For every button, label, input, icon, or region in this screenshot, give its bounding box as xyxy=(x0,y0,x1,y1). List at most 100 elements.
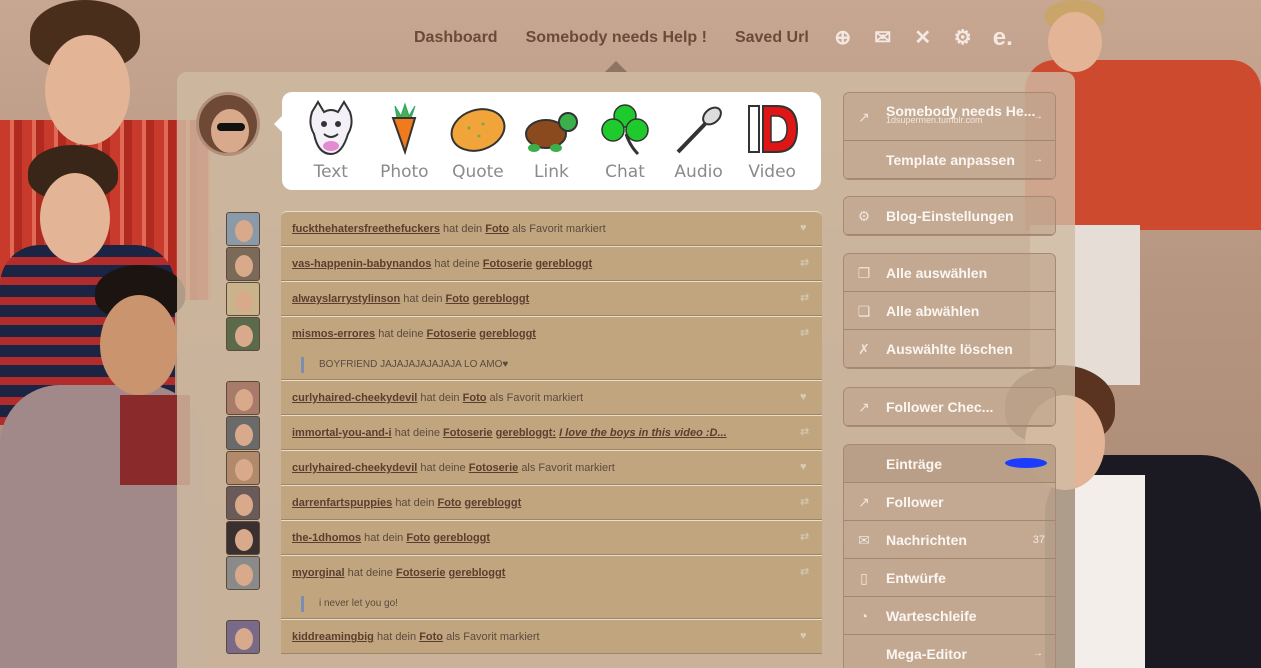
deselect-all-icon: ❏ xyxy=(857,302,871,319)
sidebar-item-mass-editor[interactable]: Mega-Editor → xyxy=(844,635,1055,668)
sidebar-item-delete-selected[interactable]: ✗ Auswählte löschen xyxy=(844,330,1055,368)
notification-post-link[interactable]: gerebloggt: xyxy=(496,427,557,439)
notification-post-link[interactable]: gerebloggt xyxy=(464,497,521,509)
notification-post-link[interactable]: gerebloggt xyxy=(433,532,490,544)
notification-username-link[interactable]: mismos-errores xyxy=(292,328,375,340)
blank-icon xyxy=(856,152,872,168)
nav-saved-url-link[interactable]: Saved Url xyxy=(735,29,809,47)
notification-username-link[interactable]: immortal-you-and-i xyxy=(292,427,392,439)
clover-icon xyxy=(596,100,654,158)
notification-username-link[interactable]: vas-happenin-babynandos xyxy=(292,258,431,270)
notification-post-link[interactable]: gerebloggt xyxy=(449,567,506,579)
notification-avatar[interactable] xyxy=(226,416,260,450)
reblog-icon: ⇄ xyxy=(800,566,810,578)
notification-post-link[interactable]: Fotoserie xyxy=(396,567,446,579)
notification-item: mismos-errores hat deine Fotoserie gereb… xyxy=(226,316,822,380)
notification-avatar[interactable] xyxy=(226,556,260,590)
sidebar-item-label: Entwürfe xyxy=(886,569,946,586)
post-type-audio[interactable]: Audio xyxy=(666,100,732,182)
notification-username-link[interactable]: curlyhaired-cheekydevil xyxy=(292,392,417,404)
notification-username-link[interactable]: curlyhaired-cheekydevil xyxy=(292,462,417,474)
notification-verb: hat dein xyxy=(443,223,483,235)
notification-username-link[interactable]: kiddreamingbig xyxy=(292,631,374,643)
notification-text: vas-happenin-babynandos hat deine Fotose… xyxy=(292,258,592,270)
sidebar-item-posts[interactable]: Einträge xyxy=(844,445,1055,483)
sidebar-item-deselect-all[interactable]: ❏ Alle abwählen xyxy=(844,292,1055,330)
notification-avatar[interactable] xyxy=(226,486,260,520)
notification-item: the-1dhomos hat dein Foto gerebloggt ⇄ xyxy=(226,520,822,555)
nav-dashboard-link[interactable]: Dashboard xyxy=(414,29,498,47)
notification-post-link[interactable]: gerebloggt xyxy=(479,328,536,340)
post-type-quote[interactable]: Quote xyxy=(445,100,511,182)
clock-icon: ◔ xyxy=(859,607,869,624)
notification-avatar[interactable] xyxy=(226,282,260,316)
notification-avatar[interactable] xyxy=(226,317,260,351)
potato-icon xyxy=(449,100,507,158)
notification-post-link[interactable]: Foto xyxy=(419,631,443,643)
sidebar-menu: ↗ Somebody needs He... 1dsupermen.tumblr… xyxy=(843,92,1056,180)
notification-avatar[interactable] xyxy=(226,212,260,246)
notification-post-link[interactable]: Fotoserie xyxy=(469,462,519,474)
notification-username-link[interactable]: fuckthehatersfreethefuckers xyxy=(292,223,440,235)
notification-avatar[interactable] xyxy=(226,451,260,485)
notification-post-link[interactable]: Fotoserie xyxy=(443,427,493,439)
external-link-icon: ↗ xyxy=(858,108,870,125)
notification-verb: hat dein xyxy=(403,293,443,305)
blank-icon xyxy=(856,646,872,662)
sidebar-item-select-all[interactable]: ❐ Alle auswählen xyxy=(844,254,1055,292)
cat-icon xyxy=(302,100,360,158)
chevron-icon: → xyxy=(1033,154,1043,165)
heart-icon: ♥ xyxy=(800,391,807,403)
notification-post-link[interactable]: Fotoserie xyxy=(427,328,477,340)
sidebar-item-label: Alle auswählen xyxy=(886,264,988,281)
post-type-chat[interactable]: Chat xyxy=(592,100,658,182)
notification-post-link[interactable]: Foto xyxy=(406,532,430,544)
sidebar-item-messages[interactable]: ✉ Nachrichten 37 xyxy=(844,521,1055,559)
notification-post-link[interactable]: Foto xyxy=(485,223,509,235)
notification-post-link[interactable]: Foto xyxy=(446,293,470,305)
notification-post-link[interactable]: Fotoserie xyxy=(483,258,533,270)
notification-username-link[interactable]: myorginal xyxy=(292,567,345,579)
sidebar-menu-settings: ⚙ Blog-Einstellungen xyxy=(843,196,1056,236)
notification-username-link[interactable]: darrenfartspuppies xyxy=(292,497,392,509)
xkit-icon[interactable]: ✕ xyxy=(911,26,935,50)
notification-reply-text: i never let you go! xyxy=(301,596,398,612)
notification-verb: hat deine xyxy=(378,328,424,340)
sidebar-item-drafts[interactable]: ▯ Entwürfe xyxy=(844,559,1055,597)
notification-text: kiddreamingbig hat dein Foto als Favorit… xyxy=(292,631,540,643)
notification-quote[interactable]: I love the boys in this video :D... xyxy=(559,427,726,439)
sidebar-item-followers[interactable]: ↗ Follower xyxy=(844,483,1055,521)
notification-username-link[interactable]: the-1dhomos xyxy=(292,532,361,544)
notification-avatar[interactable] xyxy=(226,381,260,415)
user-avatar[interactable] xyxy=(196,92,260,156)
post-type-photo[interactable]: Photo xyxy=(371,100,437,182)
reblog-icon: ⇄ xyxy=(800,496,810,508)
sidebar-item-blog-settings[interactable]: ⚙ Blog-Einstellungen xyxy=(844,197,1055,235)
notification-username-link[interactable]: alwayslarrystylinson xyxy=(292,293,400,305)
post-type-link[interactable]: Link xyxy=(518,100,584,182)
notification-item: myorginal hat deine Fotoserie gerebloggt… xyxy=(226,555,822,619)
envelope-icon[interactable]: ✉ xyxy=(871,26,895,50)
e-icon[interactable]: e. xyxy=(991,26,1015,50)
post-type-text[interactable]: Text xyxy=(298,100,364,182)
blue-scribble-mark xyxy=(1005,458,1047,468)
notification-avatar[interactable] xyxy=(226,620,260,654)
notification-verb: hat dein xyxy=(364,532,404,544)
gear-icon[interactable]: ⚙ xyxy=(951,26,975,50)
notification-text: fuckthehatersfreethefuckers hat dein Fot… xyxy=(292,223,606,235)
notification-post-link[interactable]: Foto xyxy=(438,497,462,509)
sidebar-item-follower-check[interactable]: ↗ Follower Chec... xyxy=(844,388,1055,426)
plus-circle-icon[interactable]: ⊕ xyxy=(831,26,855,50)
post-type-video[interactable]: Video xyxy=(739,100,805,182)
nav-blog-link[interactable]: Somebody needs Help ! xyxy=(526,29,707,47)
sidebar-item-queue[interactable]: ◔ Warteschleife xyxy=(844,597,1055,635)
notification-post-link[interactable]: gerebloggt xyxy=(535,258,592,270)
notification-post-link[interactable]: gerebloggt xyxy=(472,293,529,305)
sidebar-item-customize[interactable]: Template anpassen → xyxy=(844,141,1055,179)
notification-avatar[interactable] xyxy=(226,247,260,281)
notification-post-link[interactable]: Foto xyxy=(463,392,487,404)
notification-avatar[interactable] xyxy=(226,521,260,555)
1d-logo-icon xyxy=(743,100,801,158)
sidebar-item-blog[interactable]: ↗ Somebody needs He... 1dsupermen.tumblr… xyxy=(844,93,1055,141)
settings-menu-group: ⚙ Blog-Einstellungen xyxy=(843,196,1056,236)
